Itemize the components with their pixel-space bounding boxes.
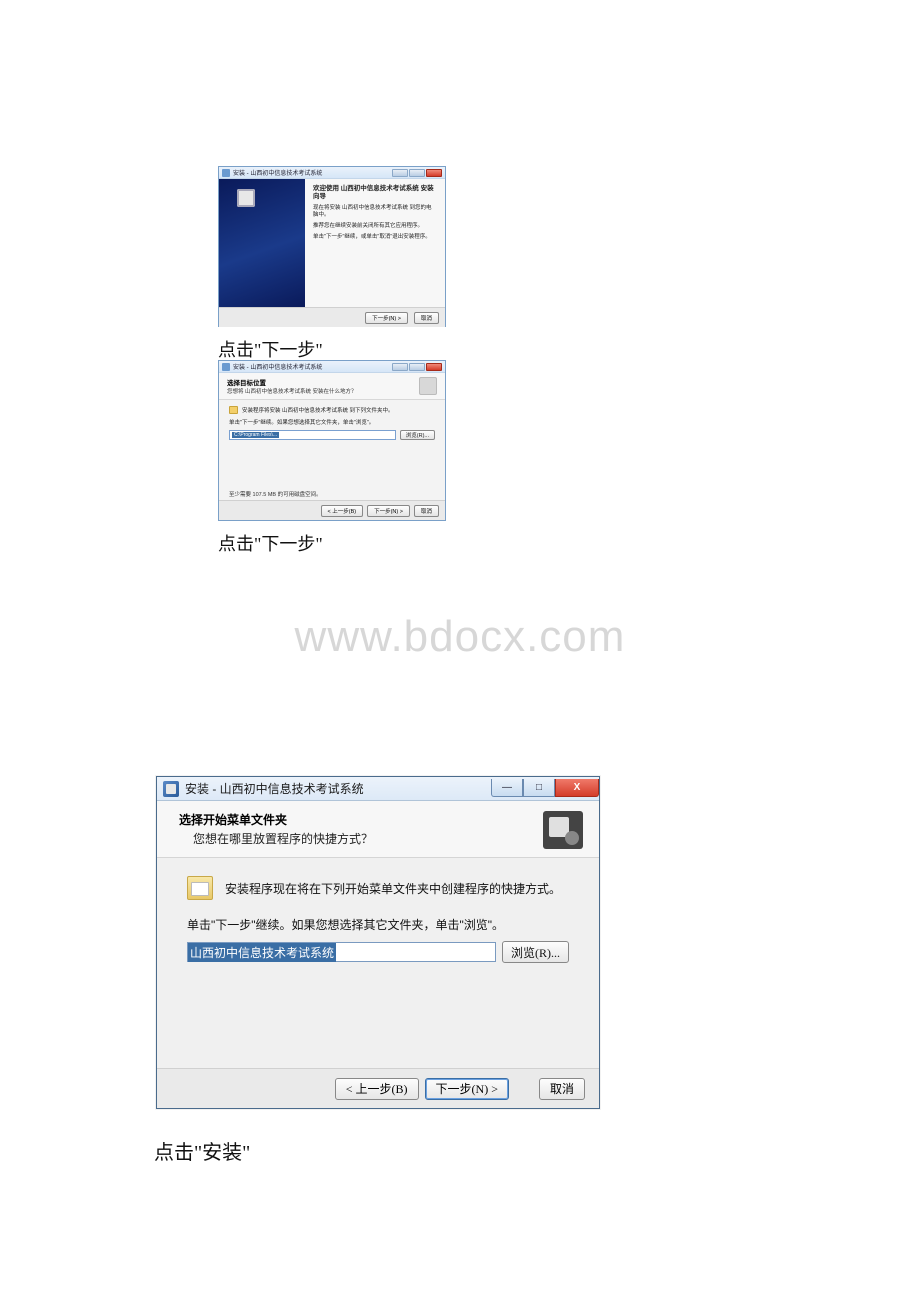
subheader: 选择目标位置 您想将 山西初中信息技术考试系统 安装在什么地方？: [219, 373, 445, 400]
startmenu-icon: [187, 876, 213, 900]
app-icon: [222, 169, 230, 177]
window-title: 安装 - 山西初中信息技术考试系统: [233, 168, 389, 177]
minimize-button[interactable]: —: [491, 779, 523, 797]
next-button[interactable]: 下一步(N) >: [425, 1078, 509, 1100]
maximize-button[interactable]: [409, 363, 425, 371]
welcome-text-1: 现在将安装 山西初中信息技术考试系统 到您的电脑中。: [313, 205, 437, 220]
close-button[interactable]: [426, 169, 442, 177]
wizard-header-icon: [419, 377, 437, 395]
installer-startmenu-window: 安装 - 山西初中信息技术考试系统 — □ X 选择开始菜单文件夹 您想在哪里放…: [156, 776, 600, 1109]
caption-1: 点击"下一步": [218, 336, 323, 362]
cancel-button[interactable]: 取消: [414, 505, 439, 517]
titlebar: 安装 - 山西初中信息技术考试系统: [219, 167, 445, 179]
wizard-sidebar: [219, 179, 305, 307]
info-text-2: 单击"下一步"继续。如果您想选择其它文件夹，单击"浏览"。: [187, 916, 569, 933]
welcome-text-2: 推荐您在继续安装前关闭所有其它应用程序。: [313, 223, 437, 231]
window-title: 安装 - 山西初中信息技术考试系统: [233, 362, 389, 371]
wizard-footer: 下一步(N) > 取消: [219, 307, 445, 327]
titlebar: 安装 - 山西初中信息技术考试系统: [219, 361, 445, 373]
subheader-subtitle: 您想在哪里放置程序的快捷方式？: [179, 830, 373, 847]
app-icon: [222, 363, 230, 371]
install-path-input[interactable]: C:\Program Files\...: [229, 430, 396, 440]
maximize-button[interactable]: □: [523, 779, 555, 797]
subheader-subtitle: 您想将 山西初中信息技术考试系统 安装在什么地方？: [227, 389, 357, 395]
maximize-button[interactable]: [409, 169, 425, 177]
close-button[interactable]: X: [555, 779, 599, 797]
wizard-body: 安装程序将安装 山西初中信息技术考试系统 到下列文件夹中。 单击"下一步"继续。…: [219, 400, 445, 446]
window-title: 安装 - 山西初中信息技术考试系统: [185, 780, 491, 797]
subheader-title: 选择目标位置: [227, 377, 357, 387]
window-controls: [392, 169, 442, 177]
browse-button[interactable]: 浏览(R)...: [400, 430, 435, 440]
close-button[interactable]: [426, 363, 442, 371]
window-controls: [392, 363, 442, 371]
minimize-button[interactable]: [392, 363, 408, 371]
back-button[interactable]: < 上一步(B): [335, 1078, 419, 1100]
subheader: 选择开始菜单文件夹 您想在哪里放置程序的快捷方式？: [157, 801, 599, 858]
welcome-text-3: 单击"下一步"继续，或单击"取消"退出安装程序。: [313, 234, 437, 242]
wizard-header-icon: [543, 811, 583, 849]
next-button[interactable]: 下一步(N) >: [367, 505, 410, 517]
folder-icon: [229, 406, 238, 414]
cancel-button[interactable]: 取消: [414, 312, 439, 324]
installer-welcome-window: 安装 - 山西初中信息技术考试系统 欢迎使用 山西初中信息技术考试系统 安装向导…: [218, 166, 446, 327]
disk-space-label: 至少需要 107.5 MB 的可用磁盘空间。: [229, 490, 322, 498]
wizard-content: 欢迎使用 山西初中信息技术考试系统 安装向导 现在将安装 山西初中信息技术考试系…: [305, 179, 445, 307]
watermark: www.bdocx.com: [0, 612, 920, 662]
window-controls: — □ X: [491, 779, 599, 799]
minimize-button[interactable]: [392, 169, 408, 177]
cancel-button[interactable]: 取消: [539, 1078, 585, 1100]
startmenu-folder-input[interactable]: 山西初中信息技术考试系统: [187, 942, 496, 962]
caption-3: 点击"安装": [154, 1136, 250, 1165]
next-button[interactable]: 下一步(N) >: [365, 312, 408, 324]
wizard-body: 安装程序现在将在下列开始菜单文件夹中创建程序的快捷方式。 单击"下一步"继续。如…: [157, 858, 599, 963]
info-text-2: 单击"下一步"继续。如果您想选择其它文件夹，单击"浏览"。: [229, 418, 374, 426]
caption-2: 点击"下一步": [218, 530, 323, 556]
installer-destination-window: 安装 - 山西初中信息技术考试系统 选择目标位置 您想将 山西初中信息技术考试系…: [218, 360, 446, 521]
app-icon: [163, 781, 179, 797]
info-text-1: 安装程序将安装 山西初中信息技术考试系统 到下列文件夹中。: [242, 406, 394, 414]
back-button[interactable]: < 上一步(B): [321, 505, 364, 517]
wizard-footer: < 上一步(B) 下一步(N) > 取消: [219, 500, 445, 520]
wizard-footer: < 上一步(B) 下一步(N) > 取消: [157, 1068, 599, 1108]
info-text-1: 安装程序现在将在下列开始菜单文件夹中创建程序的快捷方式。: [225, 880, 561, 897]
welcome-heading: 欢迎使用 山西初中信息技术考试系统 安装向导: [313, 185, 437, 201]
titlebar: 安装 - 山西初中信息技术考试系统 — □ X: [157, 777, 599, 801]
browse-button[interactable]: 浏览(R)...: [502, 941, 569, 963]
box-icon: [237, 189, 255, 207]
subheader-title: 选择开始菜单文件夹: [179, 811, 373, 828]
